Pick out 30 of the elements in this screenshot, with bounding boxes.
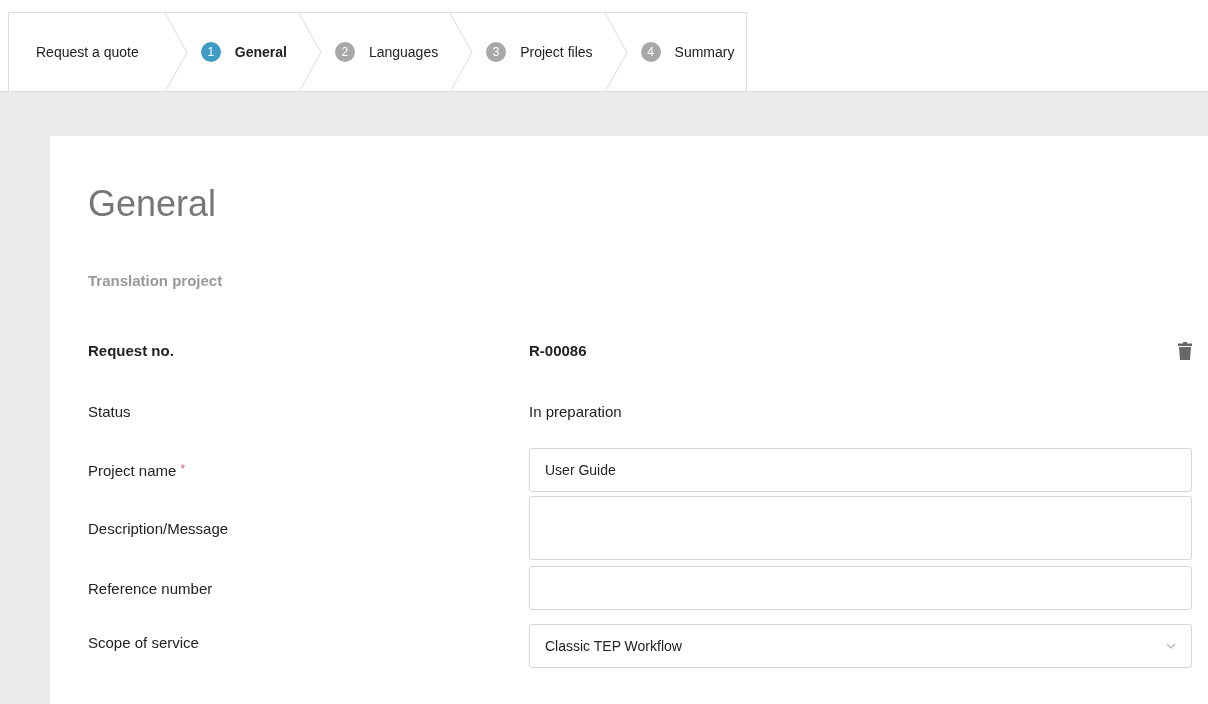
field-value: In preparation xyxy=(529,403,623,420)
step-label: Project files xyxy=(520,44,593,60)
field-label: Status xyxy=(88,403,132,420)
field-label: Scope of service xyxy=(88,633,200,651)
step-number: 4 xyxy=(640,42,661,62)
chevron-down-icon xyxy=(1166,643,1176,649)
delete-icon[interactable] xyxy=(1178,341,1192,360)
form-title: General xyxy=(88,182,218,226)
step-label: General xyxy=(234,44,287,60)
step-tab[interactable]: 2 Languages xyxy=(322,13,451,91)
section-heading: Translation project xyxy=(88,272,224,289)
field-label: Project name * xyxy=(88,461,187,479)
text-field[interactable] xyxy=(529,566,1192,610)
text-area-field[interactable] xyxy=(529,496,1192,560)
field-label: Reference number xyxy=(88,579,214,597)
step-number: 3 xyxy=(486,42,507,62)
step-label: Summary xyxy=(674,44,735,60)
step-label: Languages xyxy=(368,44,439,60)
dropdown-field[interactable]: Classic TEP Workflow xyxy=(529,624,1192,668)
step-tab[interactable]: 4 Summary xyxy=(628,13,747,91)
required-mark: * xyxy=(180,461,186,476)
field-label: Description/Message xyxy=(88,519,230,537)
step-tab[interactable]: 1 General xyxy=(188,13,299,91)
field-label: Request no. xyxy=(88,342,175,359)
step-tab[interactable]: 3 Project files xyxy=(474,13,605,91)
text-field[interactable]: User Guide xyxy=(529,448,1192,492)
field-value: R-00086 xyxy=(529,342,588,359)
page-title-step: Request a quote xyxy=(9,13,165,91)
step-number: 2 xyxy=(334,42,355,62)
step-number: 1 xyxy=(200,42,221,62)
